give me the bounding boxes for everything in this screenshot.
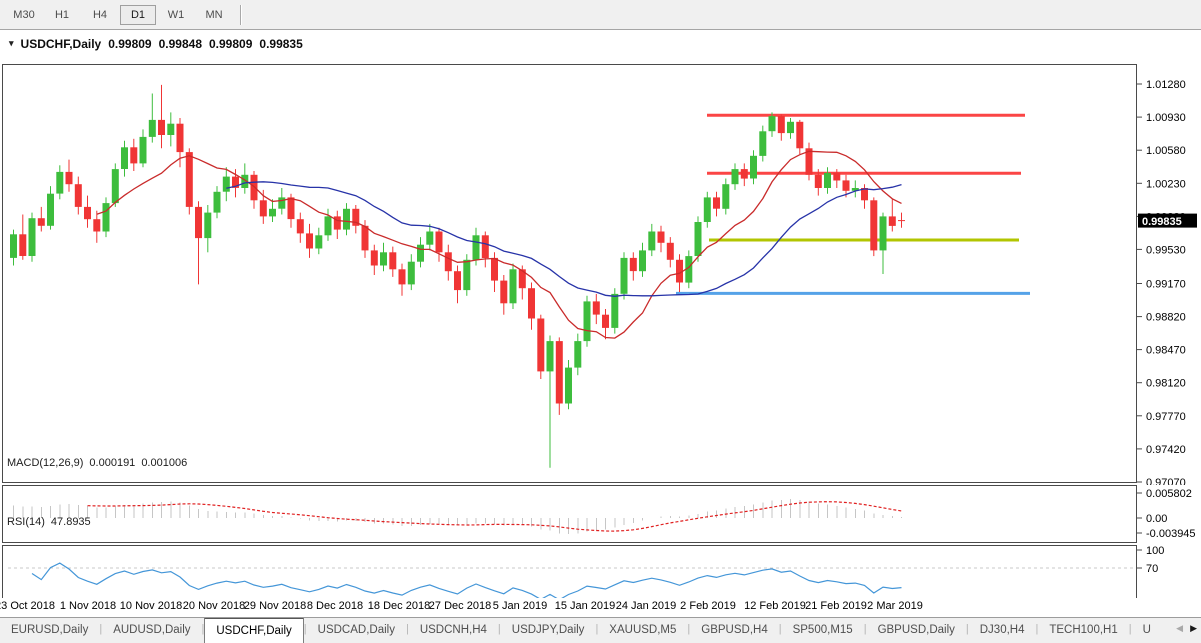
date-axis-label: 12 Feb 2019	[744, 600, 806, 612]
chart-tab-bar: EURUSD,Daily|AUDUSD,Daily|USDCHF,Daily|U…	[0, 617, 1201, 643]
macd-label: MACD(12,26,9)	[7, 457, 83, 469]
price-chart-panel[interactable]: 1.012801.009301.005801.002300.998800.995…	[0, 63, 1201, 485]
svg-text:0.00: 0.00	[1146, 513, 1167, 525]
date-axis-label: 1 Nov 2018	[60, 600, 116, 612]
macd-header: MACD(12,26,9) 0.000191 0.001006	[7, 457, 187, 469]
svg-text:0.98120: 0.98120	[1146, 378, 1186, 390]
timeframe-button-d1[interactable]: D1	[120, 5, 156, 25]
chart-tab-audusd-daily[interactable]: AUDUSD,Daily	[102, 618, 201, 643]
date-axis-label: 29 Nov 2018	[244, 600, 306, 612]
timeframe-button-w1[interactable]: W1	[158, 5, 194, 25]
date-axis-label: 23 Oct 2018	[0, 600, 55, 612]
timeframe-button-mn[interactable]: MN	[196, 5, 232, 25]
macd-panel[interactable]: 0.005802 0.00 -0.003945	[0, 484, 1201, 544]
date-axis[interactable]: 23 Oct 2018 1 Nov 2018 10 Nov 201820 Nov 2…	[0, 598, 1201, 617]
svg-text:100: 100	[1146, 545, 1164, 557]
timeframe-toolbar: M30H1H4D1W1MN	[0, 0, 1201, 29]
chart-tab-dj30-h4[interactable]: DJ30,H4	[969, 618, 1036, 643]
chart-tab-xauusd-m5[interactable]: XAUUSD,M5	[598, 618, 687, 643]
chart-tab-u[interactable]: U	[1132, 618, 1162, 643]
ohlc-open: 0.99809	[108, 37, 151, 51]
date-axis-label: 8 Dec 2018	[307, 600, 363, 612]
chart-window: 1.012801.009301.005801.002300.998800.995…	[0, 31, 1201, 598]
date-axis-label: 24 Jan 2019	[616, 600, 677, 612]
macd-signal-value: 0.001006	[141, 457, 187, 469]
svg-text:1.00580: 1.00580	[1146, 145, 1186, 157]
date-axis-label: 5 Jan 2019	[493, 600, 547, 612]
svg-text:1.01280: 1.01280	[1146, 79, 1186, 91]
svg-text:1.00230: 1.00230	[1146, 178, 1186, 190]
svg-text:1.00930: 1.00930	[1146, 112, 1186, 124]
macd-main-value: 0.000191	[89, 457, 135, 469]
tab-scroll-controls: ◀ ▶	[1172, 623, 1197, 634]
collapse-triangle-icon[interactable]: ▾	[9, 37, 14, 51]
svg-text:0.005802: 0.005802	[1146, 488, 1192, 500]
svg-text:-0.003945: -0.003945	[1146, 528, 1196, 540]
rsi-header: RSI(14) 47.8935	[7, 516, 91, 528]
scroll-tabs-left-icon[interactable]: ◀	[1176, 623, 1183, 634]
svg-text:0.98470: 0.98470	[1146, 345, 1186, 357]
svg-text:70: 70	[1146, 563, 1158, 575]
chart-symbol: USDCHF,Daily	[21, 37, 102, 51]
chart-tab-usdjpy-daily[interactable]: USDJPY,Daily	[501, 618, 596, 643]
chart-tab-eurusd-daily[interactable]: EURUSD,Daily	[0, 618, 99, 643]
chart-tab-gbpusd-h4[interactable]: GBPUSD,H4	[690, 618, 778, 643]
date-axis-label: 20 Nov 2018	[183, 600, 245, 612]
date-axis-label: 2 Feb 2019	[680, 600, 736, 612]
trading-terminal-window: M30H1H4D1W1MN 1.01280 1.00930 1.00580 1.002…	[0, 0, 1201, 643]
date-axis-label: 18 Dec 2018	[368, 600, 430, 612]
ohlc-high: 0.99848	[159, 37, 202, 51]
timeframe-button-m30[interactable]: M30	[6, 5, 42, 25]
svg-text:0.99530: 0.99530	[1146, 244, 1186, 256]
svg-text:0.98820: 0.98820	[1146, 312, 1186, 324]
timeframe-button-h1[interactable]: H1	[44, 5, 80, 25]
svg-text:0.99170: 0.99170	[1146, 279, 1186, 291]
toolbar-separator	[240, 5, 242, 25]
timeframe-button-h4[interactable]: H4	[82, 5, 118, 25]
chart-tab-gbpusd-daily[interactable]: GBPUSD,Daily	[867, 618, 966, 643]
date-axis-label: 10 Nov 2018	[120, 600, 182, 612]
chart-tab-sp500-m15[interactable]: SP500,M15	[782, 618, 864, 643]
chart-tab-usdchf-daily[interactable]: USDCHF,Daily	[204, 617, 303, 643]
date-axis-label: 15 Jan 2019	[555, 600, 616, 612]
chart-tab-usdcnh-h4[interactable]: USDCNH,H4	[409, 618, 498, 643]
svg-text:0.97420: 0.97420	[1146, 444, 1186, 456]
ohlc-close: 0.99835	[259, 37, 302, 51]
svg-text:0.99835: 0.99835	[1142, 216, 1182, 228]
ohlc-low: 0.99809	[209, 37, 252, 51]
date-axis-label: 2 Mar 2019	[867, 600, 923, 612]
rsi-label: RSI(14)	[7, 516, 45, 528]
chart-tab-tech100-h1[interactable]: TECH100,H1	[1038, 618, 1128, 643]
symbol-ohlc-header: ▾ USDCHF,Daily 0.99809 0.99848 0.99809 0…	[9, 37, 303, 51]
scroll-tabs-right-icon[interactable]: ▶	[1190, 623, 1197, 634]
rsi-value: 47.8935	[51, 516, 91, 528]
date-axis-label: 27 Dec 2018	[429, 600, 491, 612]
svg-text:0.97770: 0.97770	[1146, 411, 1186, 423]
chart-tab-usdcad-daily[interactable]: USDCAD,Daily	[307, 618, 406, 643]
date-axis-label: 21 Feb 2019	[805, 600, 867, 612]
